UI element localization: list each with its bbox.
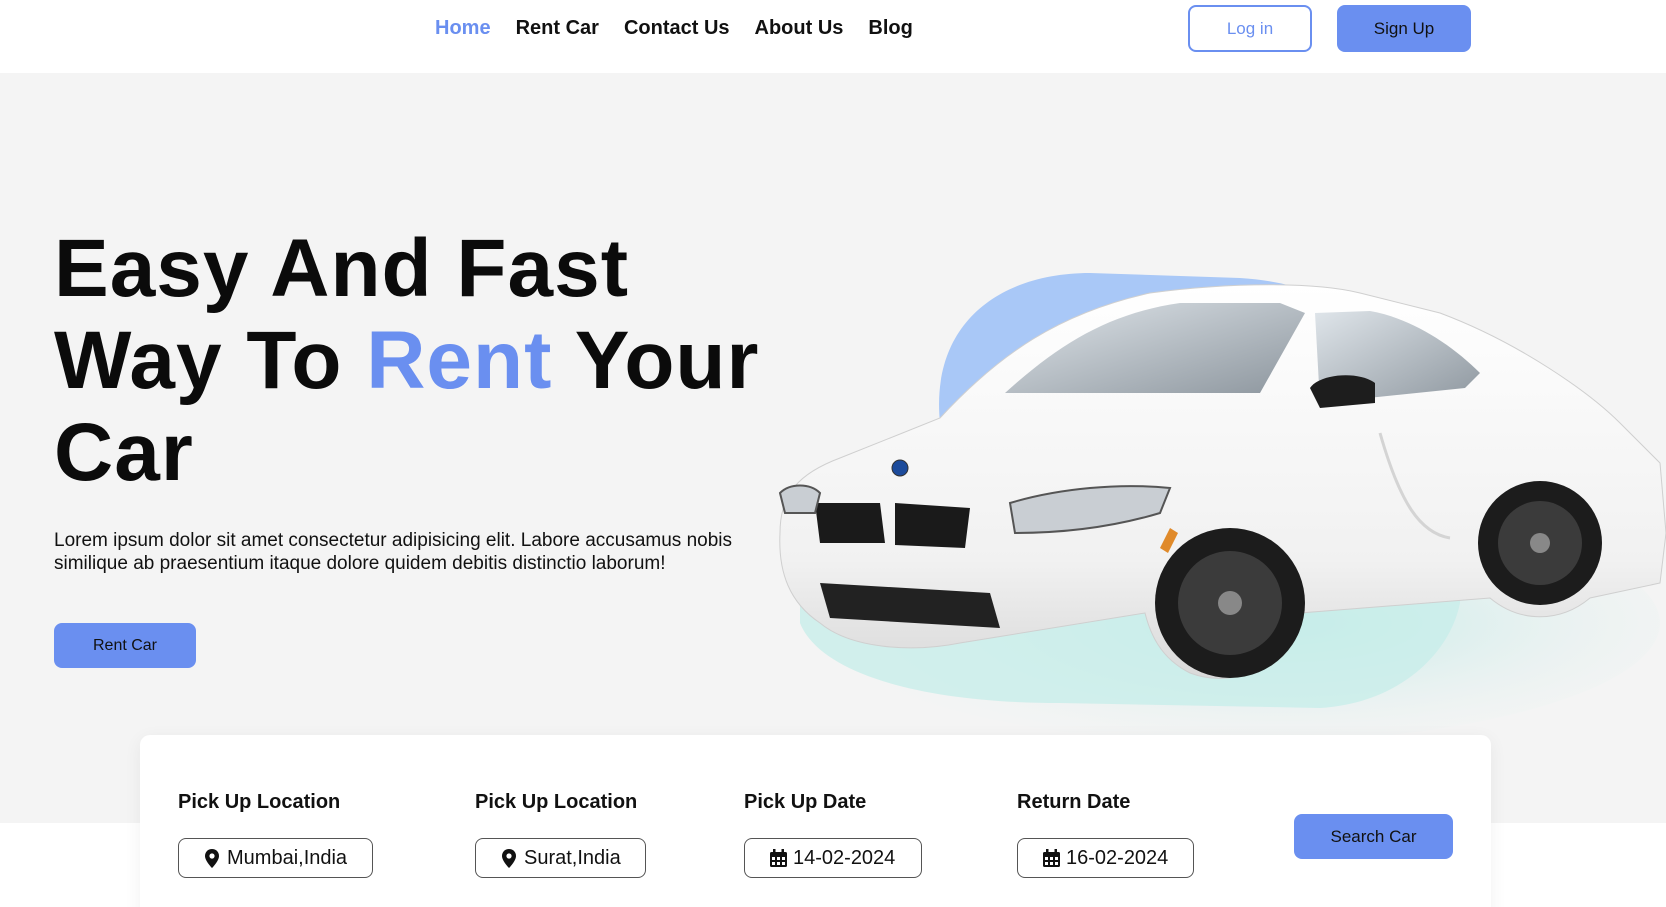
return-date-value: 16-02-2024 <box>1066 846 1169 869</box>
dropoff-location-input[interactable]: Surat,India <box>475 838 646 878</box>
nav-blog[interactable]: Blog <box>868 16 912 40</box>
nav-contact-us[interactable]: Contact Us <box>624 16 730 40</box>
top-header: Home Rent Car Contact Us About Us Blog L… <box>0 0 1666 73</box>
return-date-input[interactable]: 16-02-2024 <box>1017 838 1194 878</box>
pickup-date-value: 14-02-2024 <box>793 846 896 869</box>
return-date-label: Return Date <box>1017 791 1131 813</box>
hero-title-accent: Rent <box>366 315 553 406</box>
nav-rent-car[interactable]: Rent Car <box>516 16 599 40</box>
hero-description: Lorem ipsum dolor sit amet consectetur a… <box>54 530 732 574</box>
location-pin-icon <box>500 848 518 868</box>
dropoff-location-field: Pick Up Location Surat,India <box>475 790 646 878</box>
calendar-icon <box>1042 848 1060 868</box>
pickup-date-input[interactable]: 14-02-2024 <box>744 838 922 878</box>
calendar-icon <box>769 848 787 868</box>
return-date-field: Return Date 16-02-2024 <box>1017 790 1194 878</box>
signup-button[interactable]: Sign Up <box>1337 5 1471 52</box>
pickup-location-label: Pick Up Location <box>178 791 341 813</box>
hero-title-line3: Car <box>54 407 194 498</box>
dropoff-location-label: Pick Up Location <box>475 791 638 813</box>
pickup-date-field: Pick Up Date 14-02-2024 <box>744 790 922 878</box>
hero-title-line2-after: Your <box>552 315 760 406</box>
search-card: Pick Up Location Mumbai,India Pick Up Lo… <box>140 735 1491 907</box>
nav-home[interactable]: Home <box>435 16 491 40</box>
pickup-location-field: Pick Up Location Mumbai,India <box>178 790 373 878</box>
pickup-date-label: Pick Up Date <box>744 791 867 813</box>
hero-section: Easy And Fast Way To Rent Your Car Lorem… <box>0 73 1666 823</box>
login-button[interactable]: Log in <box>1188 5 1312 52</box>
rent-car-button[interactable]: Rent Car <box>54 623 196 668</box>
main-nav: Home Rent Car Contact Us About Us Blog <box>435 16 938 40</box>
nav-about-us[interactable]: About Us <box>755 16 844 40</box>
pickup-location-input[interactable]: Mumbai,India <box>178 838 373 878</box>
pickup-location-value: Mumbai,India <box>227 846 348 869</box>
page: Home Rent Car Contact Us About Us Blog L… <box>0 0 1666 907</box>
search-car-button[interactable]: Search Car <box>1294 814 1453 859</box>
car-image <box>778 273 1666 743</box>
hero-title: Easy And Fast Way To Rent Your Car <box>54 223 759 499</box>
location-pin-icon <box>203 848 221 868</box>
hero-title-line1: Easy And Fast <box>54 223 630 314</box>
dropoff-location-value: Surat,India <box>524 846 621 869</box>
hero-title-line2-before: Way To <box>54 315 367 406</box>
